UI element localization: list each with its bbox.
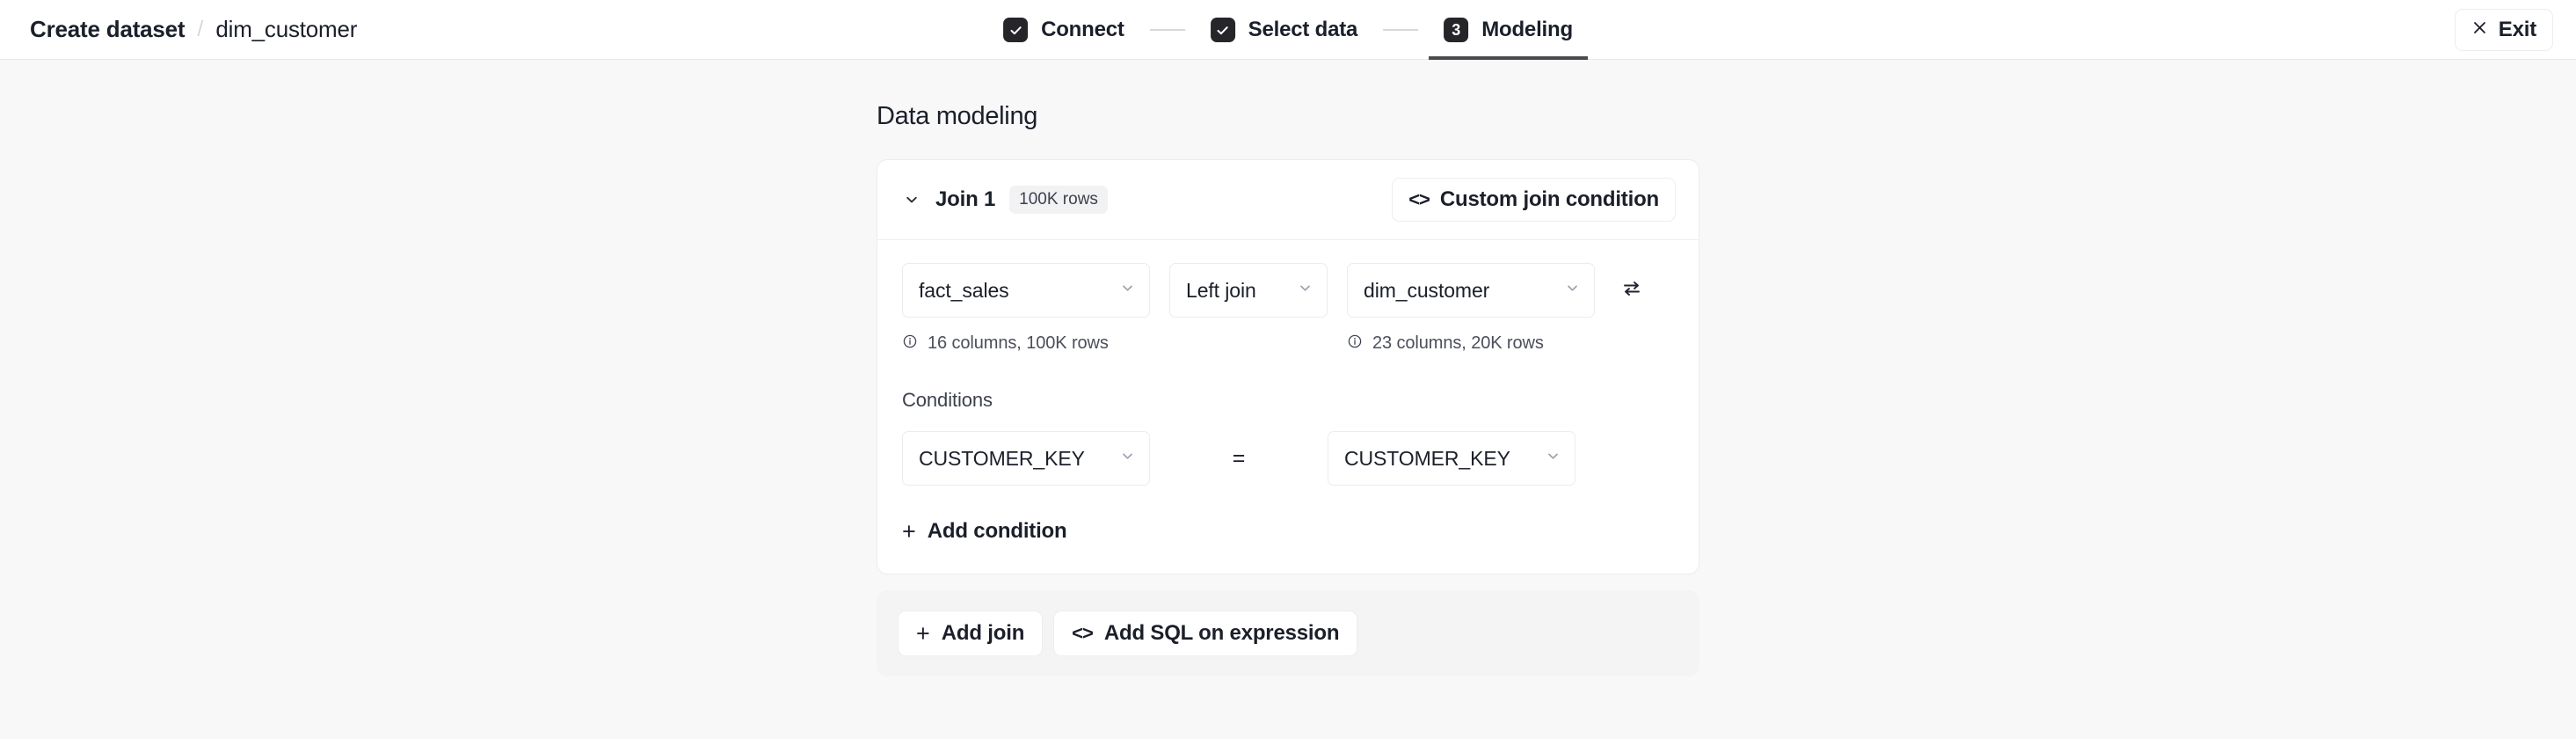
custom-join-condition-button[interactable]: <> Custom join condition <box>1392 178 1676 222</box>
breadcrumb-separator: / <box>197 17 204 41</box>
left-table-select[interactable]: fact_sales <box>902 263 1150 318</box>
step-modeling[interactable]: 3 Modeling <box>1429 0 1588 60</box>
add-condition-label: Add condition <box>927 519 1067 543</box>
chevron-down-icon <box>1565 281 1580 300</box>
right-table-meta: 23 columns, 20K rows <box>1347 333 1544 354</box>
exit-button[interactable]: Exit <box>2454 8 2553 51</box>
condition-left-value: CUSTOMER_KEY <box>919 446 1085 470</box>
breadcrumb-root[interactable]: Create dataset <box>30 16 186 43</box>
step-modeling-label: Modeling <box>1481 18 1573 41</box>
join-card-body: fact_sales Left join dim_customer 16 col… <box>877 240 1699 574</box>
check-icon <box>1003 18 1029 42</box>
condition-right-select[interactable]: CUSTOMER_KEY <box>1328 431 1575 486</box>
check-icon <box>1210 18 1235 42</box>
left-table-value: fact_sales <box>919 278 1009 302</box>
add-join-button[interactable]: + Add join <box>898 611 1044 656</box>
exit-button-label: Exit <box>2498 17 2536 41</box>
conditions-label: Conditions <box>902 389 993 411</box>
breadcrumb: Create dataset / dim_customer <box>30 16 357 43</box>
left-table-meta-text: 16 columns, 100K rows <box>928 333 1109 353</box>
step-connector-2 <box>1383 29 1419 31</box>
join-card: Join 1 100K rows <> Custom join conditio… <box>877 159 1699 574</box>
info-icon <box>1347 333 1363 354</box>
plus-icon: + <box>902 517 916 545</box>
add-sql-expression-label: Add SQL on expression <box>1103 621 1340 645</box>
join-type-select[interactable]: Left join <box>1169 263 1328 318</box>
close-icon <box>2471 19 2488 40</box>
join-card-header: Join 1 100K rows <> Custom join conditio… <box>877 160 1699 240</box>
chevron-down-icon <box>1546 449 1561 468</box>
chevron-down-icon <box>1298 281 1313 300</box>
code-icon: <> <box>1072 622 1094 644</box>
code-icon: <> <box>1408 188 1430 210</box>
step-connect[interactable]: Connect <box>988 0 1139 60</box>
stepper: Connect Select data 3 Modeling <box>988 0 1588 60</box>
step-connect-label: Connect <box>1041 18 1124 41</box>
join-tables-row: fact_sales Left join dim_customer <box>902 263 1674 318</box>
step-number-badge: 3 <box>1444 18 1469 42</box>
add-sql-expression-button[interactable]: <> Add SQL on expression <box>1053 611 1358 656</box>
join-rows-badge: 100K rows <box>1009 186 1108 214</box>
chevron-down-icon <box>1120 449 1135 468</box>
page-title: Data modeling <box>877 102 1038 130</box>
left-table-meta: 16 columns, 100K rows <box>902 333 1169 354</box>
join-type-value: Left join <box>1186 278 1256 302</box>
top-bar: Create dataset / dim_customer Connect Se… <box>0 0 2576 60</box>
step-select-data[interactable]: Select data <box>1196 0 1373 60</box>
right-table-value: dim_customer <box>1364 278 1490 302</box>
content-container: Data modeling Join 1 100K rows <> Custom… <box>877 60 1699 677</box>
breadcrumb-current: dim_customer <box>215 16 358 42</box>
condition-right-value: CUSTOMER_KEY <box>1344 446 1510 470</box>
step-select-data-label: Select data <box>1248 18 1358 41</box>
step-number-label: 3 <box>1452 21 1461 39</box>
footer-actions-panel: + Add join <> Add SQL on expression <box>877 590 1699 677</box>
info-icon <box>902 333 918 354</box>
swap-icon <box>1620 277 1643 304</box>
condition-operator: = <box>1232 445 1246 471</box>
add-join-label: Add join <box>941 621 1025 645</box>
chevron-down-icon[interactable] <box>902 190 921 209</box>
join-title: Join 1 <box>935 187 996 211</box>
right-table-select[interactable]: dim_customer <box>1347 263 1595 318</box>
plus-icon: + <box>916 619 930 647</box>
swap-tables-button[interactable] <box>1614 273 1649 308</box>
join-header-left: Join 1 100K rows <box>902 186 1108 214</box>
chevron-down-icon <box>1120 281 1135 300</box>
table-meta-row: 16 columns, 100K rows 23 columns, 20K ro… <box>902 333 1674 354</box>
page-body: Data modeling Join 1 100K rows <> Custom… <box>0 60 2576 677</box>
condition-left-select[interactable]: CUSTOMER_KEY <box>902 431 1150 486</box>
right-table-meta-text: 23 columns, 20K rows <box>1372 333 1544 353</box>
custom-join-condition-label: Custom join condition <box>1439 187 1659 211</box>
step-connector-1 <box>1149 29 1185 31</box>
condition-row: CUSTOMER_KEY = CUSTOMER_KEY <box>902 431 1674 486</box>
add-condition-button[interactable]: + Add condition <box>902 517 1067 545</box>
